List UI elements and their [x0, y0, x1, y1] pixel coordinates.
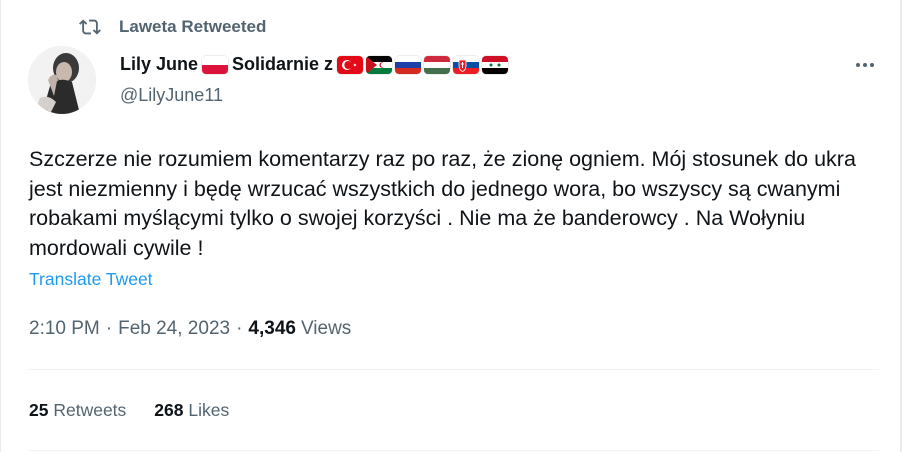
avatar[interactable] — [28, 46, 96, 114]
retweets-label: Retweets — [53, 400, 127, 420]
tweet-date[interactable]: Feb 24, 2023 — [118, 318, 230, 340]
western-sahara-flag-icon — [366, 55, 393, 74]
tweet-metadata: 2:10 PM · Feb 24, 2023 · 4,346 Views — [29, 318, 351, 340]
more-options-icon[interactable] — [851, 55, 879, 75]
turkey-flag-icon — [337, 55, 364, 74]
poland-flag-icon — [202, 55, 229, 74]
meta-separator: · — [236, 318, 243, 339]
views-count: 4,346 — [248, 318, 296, 339]
tweet-time[interactable]: 2:10 PM — [29, 318, 100, 340]
retweeted-by-link[interactable]: Laweta Retweeted — [119, 17, 266, 37]
author-display-name: Lily June — [120, 54, 199, 74]
syria-flag-icon — [482, 55, 509, 74]
likes-stat[interactable]: 268 Likes — [154, 400, 229, 421]
retweets-stat[interactable]: 25 Retweets — [29, 400, 126, 421]
divider — [29, 450, 879, 451]
retweet-icon — [79, 19, 101, 35]
avatar-image — [28, 46, 96, 114]
hungary-flag-icon — [424, 55, 451, 74]
likes-label: Likes — [188, 400, 230, 420]
author-name-row[interactable]: Lily June Solidarnie z — [120, 54, 509, 75]
retweets-count: 25 — [29, 400, 49, 420]
author-display-suffix: Solidarnie z — [232, 54, 334, 74]
translate-tweet-link[interactable]: Translate Tweet — [29, 269, 153, 290]
russia-flag-icon — [395, 55, 422, 74]
author-handle[interactable]: @LilyJune11 — [120, 85, 223, 106]
likes-count: 268 — [154, 400, 184, 420]
suffix-flags — [337, 55, 509, 74]
slovakia-flag-icon — [453, 55, 480, 74]
tweet-card: Laweta Retweeted Lily June Solidarnie z — [0, 0, 902, 452]
engagement-stats: 25 Retweets 268 Likes — [29, 400, 229, 421]
views-label: Views — [300, 318, 352, 339]
name-flags — [202, 55, 229, 74]
meta-separator: · — [105, 318, 113, 339]
tweet-text: Szczerze nie rozumiem komentarzy raz po … — [29, 147, 856, 260]
divider — [29, 369, 879, 370]
